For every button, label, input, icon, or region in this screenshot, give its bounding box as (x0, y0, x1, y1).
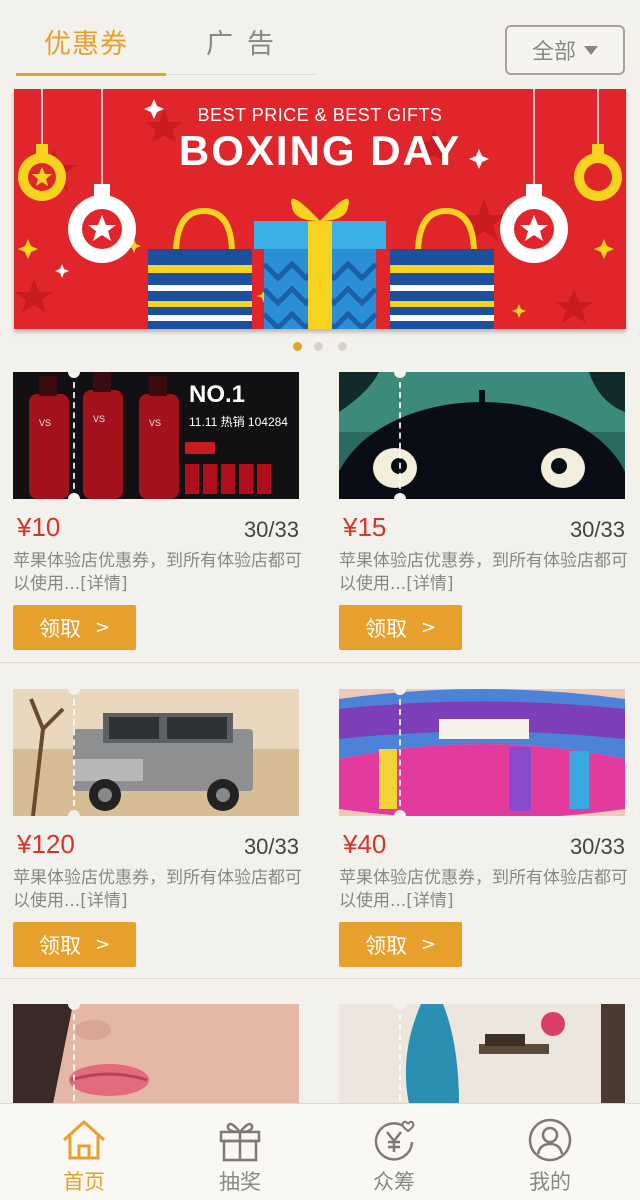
coupon-description[interactable]: 苹果体验店优惠券，到所有体验店都可以使用...[详情] (13, 550, 303, 596)
ticket-perforation (73, 689, 75, 816)
coupon-price: ¥40 (343, 829, 387, 859)
top-tab-bar: 优惠券 广告 全部 (0, 0, 640, 84)
filter-dropdown-button[interactable]: 全部 (505, 25, 625, 75)
coupon-image-totoro (339, 372, 625, 499)
coupon-description[interactable]: 苹果体验店优惠券，到所有体验店都可以使用...[详情] (13, 867, 303, 913)
claim-button[interactable]: 领取 > (13, 605, 136, 650)
coupon-stock: 30/33 (243, 834, 299, 859)
promo-banner[interactable]: BEST PRICE & BEST GIFTS BOXING DAY (14, 89, 626, 329)
claim-button-label: 领取 (364, 616, 407, 641)
filter-label: 全部 (531, 40, 576, 65)
ticket-notch (394, 810, 406, 816)
coupon-description[interactable]: 苹果体验店优惠券，到所有体验店都可以使用...[详情] (339, 867, 629, 913)
coupon-price: ¥15 (343, 512, 387, 542)
bottom-navigation: 首页 抽奖 众筹 我的 (0, 1103, 640, 1200)
banner-title: BOXING DAY (178, 127, 462, 174)
chevron-right-icon: > (94, 934, 111, 955)
ticket-notch (394, 493, 406, 499)
claim-button-label: 领取 (38, 933, 81, 958)
chevron-right-icon: > (94, 617, 111, 638)
claim-button[interactable]: 领取 > (339, 605, 462, 650)
nav-lottery[interactable]: 抽奖 (160, 1104, 320, 1200)
carousel-indicator (0, 342, 640, 352)
nav-crowdfund[interactable]: 众筹 (314, 1104, 474, 1200)
carousel-dot-active[interactable] (293, 342, 302, 351)
svg-text:VS: VS (93, 414, 105, 424)
svg-text:VS: VS (149, 418, 161, 428)
coupon-stock: 30/33 (569, 517, 625, 542)
carousel-dot[interactable] (314, 342, 323, 351)
coupon-description[interactable]: 苹果体验店优惠券，到所有体验店都可以使用...[详情] (339, 550, 629, 596)
ticket-perforation (73, 372, 75, 499)
ticket-perforation (399, 1004, 401, 1104)
home-icon (62, 1120, 106, 1160)
nav-crowdfund-label: 众筹 (373, 1170, 415, 1194)
tab-coupons[interactable]: 优惠券 (44, 22, 128, 61)
chevron-down-icon (584, 45, 598, 55)
carousel-dot[interactable] (338, 342, 347, 351)
claim-button-label: 领取 (364, 933, 407, 958)
active-tab-indicator (16, 73, 166, 76)
coupon-price: ¥10 (17, 512, 61, 542)
svg-text:11.11 热销 104284: 11.11 热销 104284 (189, 415, 288, 429)
tab-ads[interactable]: 广告 (206, 22, 288, 61)
chevron-right-icon: > (420, 934, 437, 955)
claim-button[interactable]: 领取 > (339, 922, 462, 967)
row-divider (0, 978, 640, 979)
banner-subtitle: BEST PRICE & BEST GIFTS (197, 105, 443, 125)
tab-divider (166, 74, 316, 75)
nav-home-label: 首页 (63, 1170, 105, 1194)
coupon-image-boutique (339, 1004, 625, 1104)
coupon-image-suv (13, 689, 299, 816)
coupon-stock: 30/33 (243, 517, 299, 542)
claim-button[interactable]: 领取 > (13, 922, 136, 967)
ticket-notch (68, 493, 80, 499)
chevron-right-icon: > (420, 617, 437, 638)
nav-profile[interactable]: 我的 (470, 1104, 630, 1200)
nav-lottery-label: 抽奖 (219, 1170, 261, 1194)
claim-button-label: 领取 (38, 616, 81, 641)
coupon-image-shampoo: VS VS VS NO.1 11.11 热销 104284 (13, 372, 299, 499)
nav-home[interactable]: 首页 (4, 1104, 164, 1200)
coupon-image-lips (339, 689, 625, 816)
coupon-image-portrait (13, 1004, 299, 1104)
nav-profile-label: 我的 (529, 1170, 571, 1194)
coupon-price: ¥120 (17, 829, 75, 859)
ticket-notch (68, 810, 80, 816)
ticket-perforation (73, 1004, 75, 1104)
row-divider (0, 662, 640, 663)
ticket-perforation (399, 689, 401, 816)
gift-icon (219, 1122, 261, 1162)
svg-text:NO.1: NO.1 (189, 381, 245, 408)
crowdfund-icon (374, 1120, 415, 1161)
user-icon (528, 1118, 572, 1162)
coupon-stock: 30/33 (569, 834, 625, 859)
ticket-perforation (399, 372, 401, 499)
svg-text:VS: VS (39, 418, 51, 428)
